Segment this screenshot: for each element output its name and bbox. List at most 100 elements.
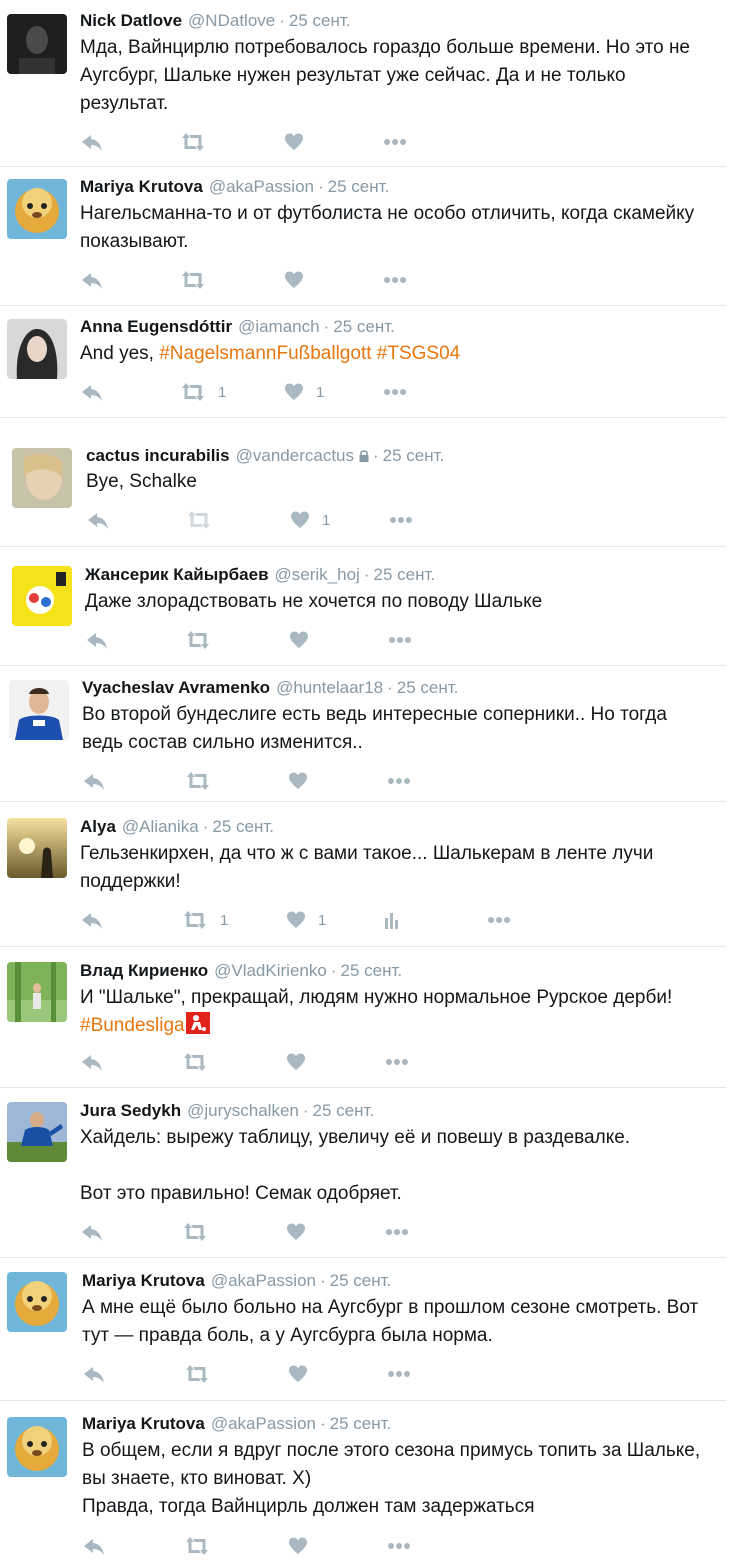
- user-name[interactable]: Jura Sedykh: [80, 1101, 181, 1120]
- more-button[interactable]: [486, 908, 512, 932]
- reply-button[interactable]: [82, 1362, 106, 1386]
- retweet-button[interactable]: 1: [180, 380, 226, 404]
- user-name[interactable]: cactus incurabilis: [86, 446, 230, 465]
- user-handle[interactable]: @serik_hoj: [275, 565, 360, 584]
- tweet[interactable]: Anna Eugensdóttir @iamanch · 25 сент. And y…: [0, 306, 726, 418]
- retweet-button[interactable]: [182, 1050, 220, 1074]
- tweet-time[interactable]: 25 сент.: [212, 817, 274, 836]
- reply-button[interactable]: [80, 1220, 104, 1244]
- user-name[interactable]: Жансерик Кайырбаев: [85, 565, 269, 584]
- reply-button[interactable]: [82, 1534, 106, 1558]
- like-button[interactable]: [286, 1220, 318, 1244]
- more-button[interactable]: [386, 1534, 412, 1558]
- tweet[interactable]: Vyacheslav Avramenko @huntelaar18 · 25 сент…: [0, 666, 726, 802]
- tweet-time[interactable]: 25 сент.: [330, 1414, 392, 1433]
- retweet-button[interactable]: [184, 1362, 222, 1386]
- tweet[interactable]: Mariya Krutova @akaPassion · 25 сент. Нагел…: [0, 167, 726, 306]
- avatar[interactable]: [12, 448, 72, 508]
- user-handle[interactable]: @Alianika: [122, 817, 199, 836]
- like-button[interactable]: [284, 268, 316, 292]
- user-handle[interactable]: @vandercactus: [236, 446, 354, 465]
- tweet[interactable]: Nick Datlove @NDatlove · 25 сент. Мда, Вайн…: [0, 0, 726, 167]
- analytics-button[interactable]: [384, 908, 400, 932]
- tweet-time[interactable]: 25 сент.: [333, 317, 395, 336]
- user-handle[interactable]: @NDatlove: [188, 11, 275, 30]
- reply-button[interactable]: [80, 130, 104, 154]
- tweet-time[interactable]: 25 сент.: [330, 1271, 392, 1290]
- reply-button[interactable]: [86, 508, 110, 532]
- avatar[interactable]: [7, 1272, 67, 1332]
- more-button[interactable]: [382, 130, 408, 154]
- avatar[interactable]: [7, 962, 67, 1022]
- retweet-button[interactable]: [185, 769, 223, 793]
- more-button[interactable]: [384, 1050, 410, 1074]
- user-name[interactable]: Mariya Krutova: [82, 1271, 205, 1290]
- user-handle[interactable]: @huntelaar18: [276, 678, 383, 697]
- retweet-button[interactable]: [182, 1220, 220, 1244]
- retweet-button[interactable]: 1: [182, 908, 228, 932]
- tweet-time[interactable]: 25 сент.: [383, 446, 445, 465]
- like-button[interactable]: [286, 1050, 318, 1074]
- avatar[interactable]: [7, 14, 67, 74]
- tweet[interactable]: cactus incurabilis @vandercactus · 25 сент.…: [0, 418, 726, 547]
- tweet-time[interactable]: 25 сент.: [340, 961, 402, 980]
- retweet-button[interactable]: [185, 628, 223, 652]
- reply-button[interactable]: [80, 380, 104, 404]
- user-name[interactable]: Alya: [80, 817, 116, 836]
- user-name[interactable]: Mariya Krutova: [82, 1414, 205, 1433]
- retweet-button[interactable]: [184, 1534, 222, 1558]
- more-button[interactable]: [386, 1362, 412, 1386]
- like-button[interactable]: [288, 1534, 320, 1558]
- tweet[interactable]: Влад Кириенко @VladKirienko · 25 сент. И "Ш…: [0, 947, 726, 1088]
- like-button[interactable]: [284, 130, 316, 154]
- hashtag-link[interactable]: #Bundesliga: [80, 1015, 185, 1036]
- hashtag-link[interactable]: #NagelsmannFußballgott #TSGS04: [159, 343, 460, 364]
- tweet-time[interactable]: 25 сент.: [397, 678, 459, 697]
- user-handle[interactable]: @juryschalken: [187, 1101, 299, 1120]
- avatar[interactable]: [7, 1102, 67, 1162]
- user-name[interactable]: Mariya Krutova: [80, 177, 203, 196]
- tweet-time[interactable]: 25 сент.: [328, 177, 390, 196]
- like-button[interactable]: 1: [286, 908, 326, 932]
- avatar[interactable]: [9, 680, 69, 740]
- like-button[interactable]: [288, 769, 320, 793]
- user-handle[interactable]: @akaPassion: [211, 1414, 316, 1433]
- tweet[interactable]: Jura Sedykh @juryschalken · 25 сент. Хайдел…: [0, 1088, 726, 1258]
- more-button[interactable]: [388, 508, 414, 532]
- like-button[interactable]: 1: [284, 380, 324, 404]
- reply-button[interactable]: [80, 1050, 104, 1074]
- tweet[interactable]: Mariya Krutova @akaPassion · 25 сент. В общ…: [0, 1401, 726, 1562]
- avatar[interactable]: [7, 818, 67, 878]
- user-name[interactable]: Nick Datlove: [80, 11, 182, 30]
- more-button[interactable]: [382, 380, 408, 404]
- tweet[interactable]: Жансерик Кайырбаев @serik_hoj · 25 сент. Да…: [0, 547, 726, 666]
- avatar[interactable]: [12, 566, 72, 626]
- tweet-time[interactable]: 25 сент.: [374, 565, 436, 584]
- user-handle[interactable]: @akaPassion: [211, 1271, 316, 1290]
- retweet-button[interactable]: [180, 130, 218, 154]
- reply-button[interactable]: [82, 769, 106, 793]
- retweet-button[interactable]: [180, 268, 218, 292]
- more-button[interactable]: [386, 769, 412, 793]
- reply-button[interactable]: [80, 268, 104, 292]
- more-button[interactable]: [387, 628, 413, 652]
- user-handle[interactable]: @VladKirienko: [214, 961, 327, 980]
- tweet[interactable]: Mariya Krutova @akaPassion · 25 сент. А мне…: [0, 1258, 726, 1401]
- reply-button[interactable]: [85, 628, 109, 652]
- like-button[interactable]: 1: [290, 508, 330, 532]
- tweet-time[interactable]: 25 сент.: [289, 11, 351, 30]
- user-handle[interactable]: @iamanch: [238, 317, 320, 336]
- more-button[interactable]: [382, 268, 408, 292]
- user-name[interactable]: Vyacheslav Avramenko: [82, 678, 270, 697]
- avatar[interactable]: [7, 179, 67, 239]
- reply-button[interactable]: [80, 908, 104, 932]
- tweet[interactable]: Alya @Alianika · 25 сент. Гельзенкирхен, да…: [0, 802, 726, 947]
- user-name[interactable]: Anna Eugensdóttir: [80, 317, 232, 336]
- avatar[interactable]: [7, 1417, 67, 1477]
- user-handle[interactable]: @akaPassion: [209, 177, 314, 196]
- avatar[interactable]: [7, 319, 67, 379]
- like-button[interactable]: [288, 1362, 320, 1386]
- more-button[interactable]: [384, 1220, 410, 1244]
- like-button[interactable]: [289, 628, 321, 652]
- tweet-time[interactable]: 25 сент.: [313, 1101, 375, 1120]
